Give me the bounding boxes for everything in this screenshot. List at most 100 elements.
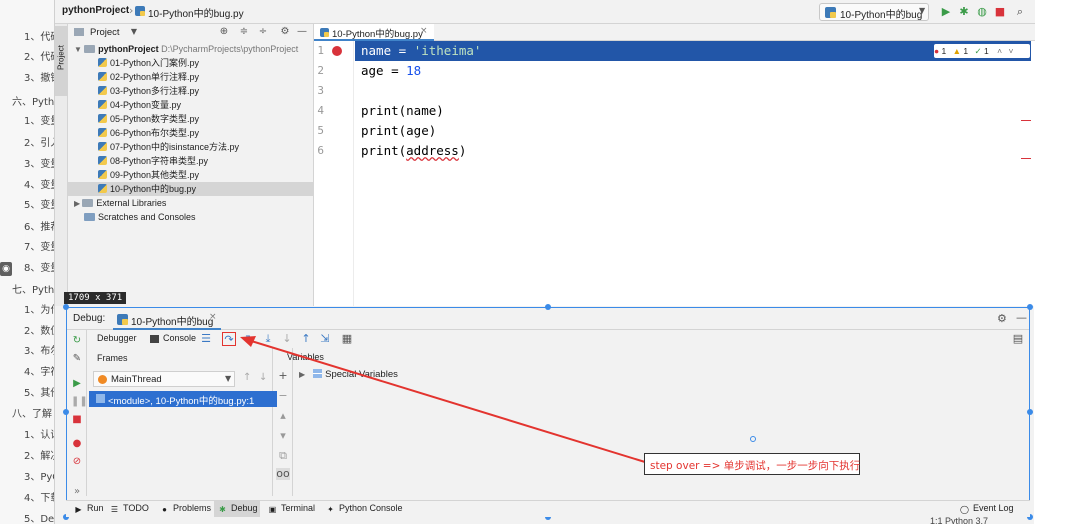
pause-icon[interactable]: ❚❚ (71, 396, 88, 408)
rerun-icon[interactable]: ↻ (71, 335, 83, 347)
resize-handle[interactable] (63, 409, 69, 415)
code-error-token: address (406, 143, 459, 158)
editor-tab[interactable]: 10-Python中的bug.py × (314, 24, 434, 41)
python-file-icon (98, 72, 107, 81)
mute-breakpoints-icon[interactable]: ⊘ (71, 456, 83, 468)
tree-scratches[interactable]: Scratches and Consoles (84, 210, 196, 224)
tree-file[interactable]: 04-Python变量.py (98, 98, 181, 112)
error-stripe-marker[interactable] (1021, 158, 1031, 159)
terminal-tool-button[interactable]: ▣ Terminal (268, 503, 315, 514)
run-configuration-select[interactable]: 10-Python中的bug ▼ (819, 3, 929, 21)
inspection-widget[interactable]: ● 1 ▲ 1 ✓ 1 ˄ ˅ (934, 44, 1030, 58)
stop-icon[interactable]: ■ (993, 5, 1007, 19)
breadcrumb-project[interactable]: pythonProject (62, 5, 129, 16)
chevron-up-icon[interactable]: ˄ (997, 46, 1002, 56)
code-line[interactable]: name = 'itheima' (361, 43, 481, 58)
chevron-down-icon[interactable]: ˅ (1008, 46, 1013, 56)
variable-row[interactable]: ▶ Special Variables (299, 369, 398, 380)
code-number: 18 (406, 63, 422, 78)
tab-debugger[interactable]: Debugger (97, 333, 137, 343)
move-down-icon[interactable]: ▾ (277, 430, 289, 442)
locate-icon[interactable]: ⊕ (218, 26, 230, 38)
more-icon[interactable]: » (71, 486, 83, 498)
python-console-tool-button[interactable]: ✦ Python Console (326, 503, 402, 514)
close-icon[interactable]: × (420, 26, 428, 36)
resume-icon[interactable]: ▶ (71, 378, 83, 390)
view-breakpoints-icon[interactable]: ● (71, 438, 83, 450)
force-step-into-icon[interactable]: ↓ (280, 332, 294, 346)
resize-handle[interactable] (63, 304, 69, 310)
debug-tool-button[interactable]: ✱ Debug (218, 503, 257, 514)
tree-file-label: 10-Python中的bug.py (110, 184, 197, 194)
tree-root[interactable]: ▼ pythonProject D:\PycharmProjects\pytho… (74, 42, 298, 56)
breadcrumb-file[interactable]: 10-Python中的bug.py (148, 5, 244, 20)
tree-file[interactable]: 03-Python多行注释.py (98, 84, 199, 98)
event-log-tool-button[interactable]: ◯ Event Log (960, 503, 1014, 514)
tree-file[interactable]: 08-Python字符串类型.py (98, 154, 208, 168)
resize-handle[interactable] (545, 304, 551, 310)
collapse-all-icon[interactable]: ÷ (257, 26, 269, 38)
frame-row[interactable]: <module>, 10-Python中的bug.py:1 (89, 391, 277, 407)
left-tool-strip: Project (55, 24, 68, 306)
layout-settings-icon[interactable]: ▤ (1011, 332, 1025, 346)
thread-select[interactable]: MainThread ▼ (93, 371, 235, 387)
project-view-label[interactable]: Project (90, 27, 120, 38)
resize-handle[interactable] (1027, 304, 1033, 310)
minimize-icon[interactable]: — (1016, 311, 1027, 324)
tree-file[interactable]: 09-Python其他类型.py (98, 168, 199, 182)
code-line[interactable]: age = 18 (361, 63, 421, 78)
bottom-tool-bar: ▶ Run ☰ TODO ● Problems ✱ Debug ▣ Terminal ✦ P… (66, 500, 1030, 517)
code-editor[interactable]: 10-Python中的bug.py × 1 2 3 4 5 6 name = '… (314, 24, 1035, 306)
camera-icon[interactable]: ◉ (0, 262, 12, 276)
code-line[interactable]: print(age) (361, 123, 436, 138)
debug-bug-icon[interactable]: ✱ (957, 5, 971, 19)
evaluate-expression-icon[interactable]: ▦ (340, 332, 354, 346)
tree-file[interactable]: 02-Python单行注释.py (98, 70, 199, 84)
tree-file[interactable]: 01-Python入门案例.py (98, 56, 199, 70)
step-into-icon[interactable]: ↴ (241, 332, 255, 346)
tree-file-selected[interactable]: 10-Python中的bug.py (68, 182, 314, 196)
tree-file[interactable]: 06-Python布尔类型.py (98, 126, 199, 140)
step-into-my-code-icon[interactable]: ⤓ (261, 332, 275, 346)
close-icon[interactable]: × (209, 312, 217, 322)
tree-external-libraries[interactable]: ▶ External Libraries (74, 196, 166, 210)
debug-session-tab[interactable]: 10-Python中的bug × (113, 310, 221, 330)
error-count: 1 (941, 46, 947, 56)
search-icon[interactable]: ⌕ (1013, 5, 1027, 19)
expand-all-icon[interactable]: ≑ (238, 26, 250, 38)
step-over-icon[interactable]: ↷ (222, 332, 236, 346)
run-icon[interactable]: ▶ (939, 5, 953, 19)
remove-watch-icon[interactable]: − (277, 390, 289, 402)
run-to-cursor-icon[interactable]: ⇲ (318, 332, 332, 346)
error-stripe-marker[interactable] (1021, 120, 1031, 121)
breakpoint-icon[interactable] (332, 46, 342, 56)
todo-tool-button[interactable]: ☰ TODO (110, 503, 149, 514)
minimize-icon[interactable]: — (296, 26, 308, 38)
gear-icon[interactable]: ⚙ (279, 26, 291, 38)
python-file-icon (98, 114, 107, 123)
code-line[interactable]: print(name) (361, 103, 444, 118)
chevron-down-icon[interactable]: ▼ (128, 26, 140, 38)
project-tool-tab[interactable]: Project (55, 26, 68, 96)
gear-icon[interactable]: ⚙ (997, 312, 1007, 325)
frames-menu-icon[interactable]: ☰ (199, 332, 213, 346)
todo-icon: ☰ (110, 505, 119, 514)
tree-file[interactable]: 05-Python数字类型.py (98, 112, 199, 126)
resize-handle[interactable] (1027, 409, 1033, 415)
code-line[interactable]: print(address) (361, 143, 466, 158)
editor-gutter[interactable]: 1 2 3 4 5 6 (314, 41, 354, 306)
move-up-icon[interactable]: ▴ (277, 410, 289, 422)
tab-console[interactable]: Console (163, 333, 196, 343)
show-watches-icon[interactable]: oo (276, 468, 290, 480)
tree-file[interactable]: 07-Python中的isinstance方法.py (98, 140, 239, 154)
problems-tool-button[interactable]: ● Problems (160, 503, 211, 514)
settings-wrench-icon[interactable]: ✎ (71, 353, 83, 365)
coverage-icon[interactable]: ◍ (975, 5, 989, 19)
next-frame-icon[interactable]: ↓ (259, 372, 267, 383)
step-out-icon[interactable]: ↑ (299, 332, 313, 346)
run-tool-button[interactable]: ▶ Run (74, 503, 103, 514)
stop-icon[interactable]: ■ (71, 414, 83, 426)
new-watch-icon[interactable]: + (277, 370, 289, 382)
previous-frame-icon[interactable]: ↑ (243, 372, 251, 383)
copy-icon[interactable]: ⧉ (277, 450, 289, 462)
